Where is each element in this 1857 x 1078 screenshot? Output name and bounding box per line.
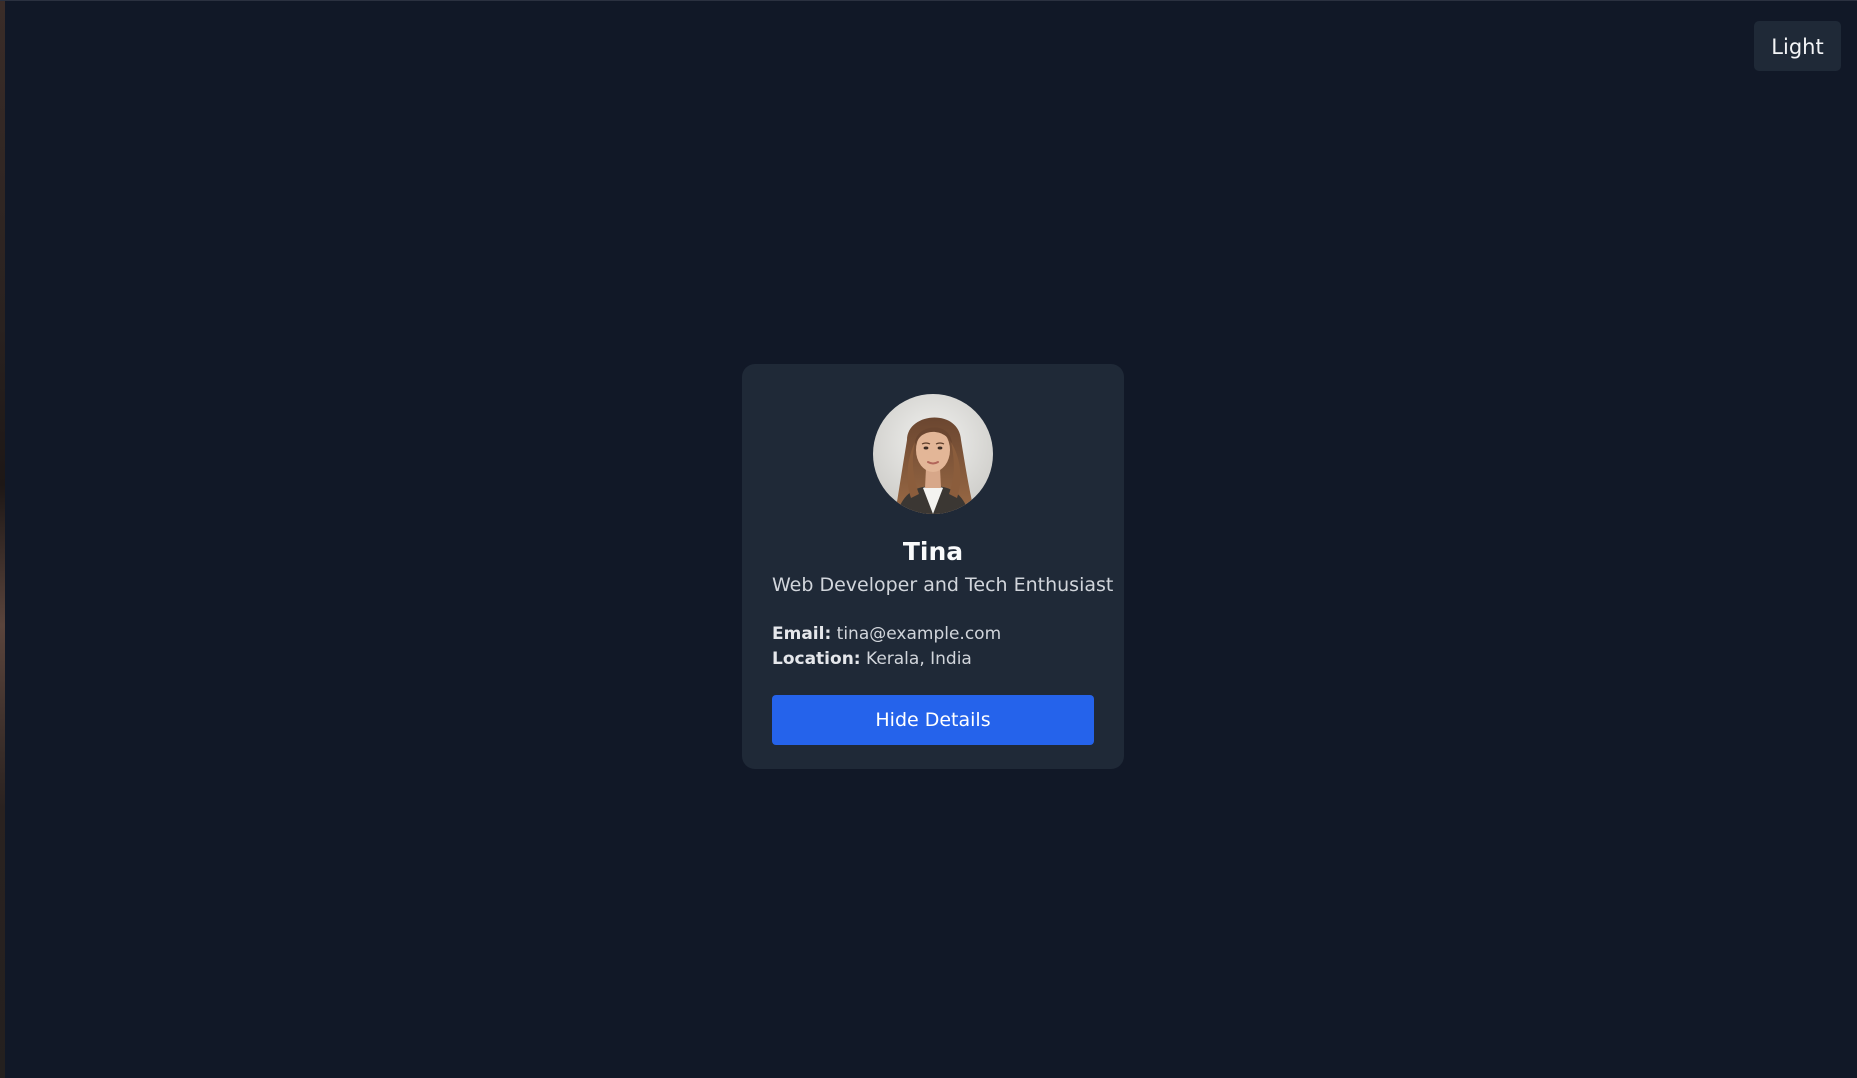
location-row: Location: Kerala, India <box>772 647 1094 672</box>
email-row: Email: tina@example.com <box>772 622 1094 647</box>
profile-role: Web Developer and Tech Enthusiast <box>772 574 1114 596</box>
profile-name: Tina <box>902 537 964 566</box>
location-label: Location: <box>772 649 861 669</box>
profile-details: Email: tina@example.com Location: Kerala… <box>772 622 1094 672</box>
profile-avatar <box>873 394 993 514</box>
email-label: Email: <box>772 624 832 644</box>
profile-card: Tina Web Developer and Tech Enthusiast E… <box>742 364 1124 769</box>
avatar-photo <box>873 394 993 514</box>
email-value: tina@example.com <box>836 624 1002 644</box>
window-edge-strip <box>0 0 5 1078</box>
theme-toggle-button[interactable]: Light <box>1754 21 1841 71</box>
location-value: Kerala, India <box>866 649 972 669</box>
hide-details-button[interactable]: Hide Details <box>772 695 1094 745</box>
top-border <box>0 0 1857 1</box>
